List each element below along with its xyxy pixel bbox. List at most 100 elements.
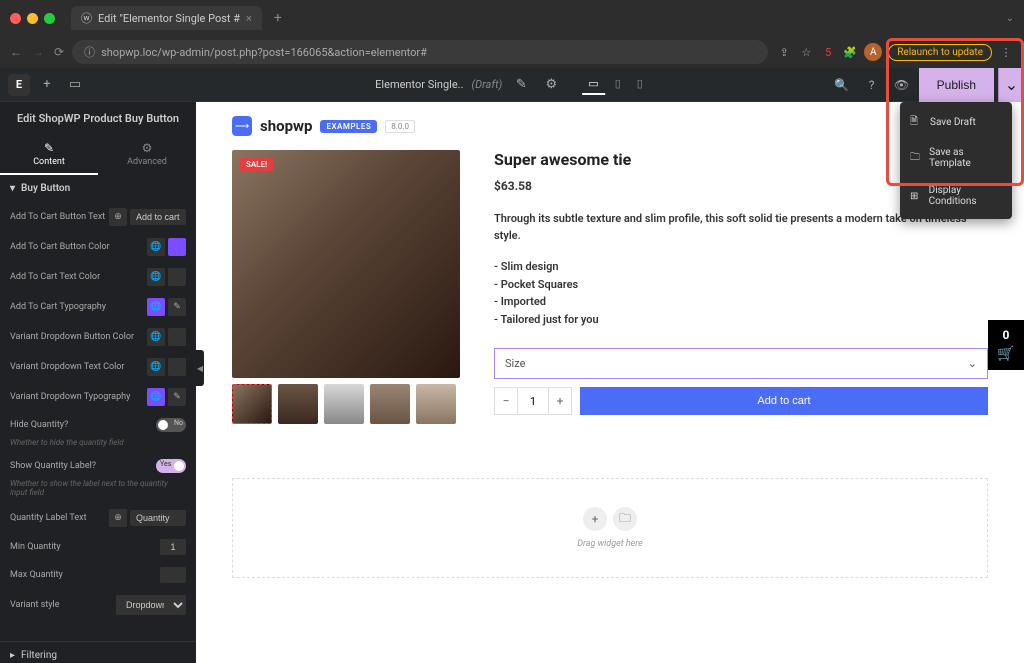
product-main-image[interactable]: SALE! bbox=[232, 150, 460, 378]
size-label: Size bbox=[505, 357, 525, 370]
quantity-label-input[interactable] bbox=[130, 510, 186, 526]
edit-icon[interactable]: ✎ bbox=[168, 298, 186, 316]
save-draft-icon: 🗎 bbox=[910, 114, 922, 131]
pencil-icon: ✎ bbox=[6, 141, 92, 155]
product-thumbnail[interactable] bbox=[232, 384, 272, 424]
url-field[interactable]: ⓘ shopwp.loc/wp-admin/post.php?post=1660… bbox=[72, 40, 768, 64]
filtering-section[interactable]: ▸ Filtering bbox=[0, 641, 196, 663]
tabs-chevron-icon[interactable]: ⌄ bbox=[1006, 13, 1014, 24]
reload-button[interactable]: ⟳ bbox=[54, 45, 64, 59]
sale-badge: SALE! bbox=[240, 158, 273, 171]
add-to-cart-button[interactable]: Add to cart bbox=[580, 387, 988, 415]
close-tab-icon[interactable]: × bbox=[246, 12, 252, 25]
add-to-cart-text-input[interactable] bbox=[130, 209, 186, 225]
quantity-stepper: − 1 + bbox=[494, 387, 572, 415]
globe-icon[interactable]: 🌐 bbox=[147, 238, 165, 256]
show-quantity-help: Whether to show the label next to the qu… bbox=[0, 479, 196, 503]
min-quantity-input[interactable] bbox=[160, 539, 186, 555]
save-template-label: Save as Template bbox=[929, 147, 1002, 169]
product-thumbnail[interactable] bbox=[278, 384, 318, 424]
dynamic-tags-icon[interactable]: ⊕ bbox=[109, 208, 127, 226]
extension-icon[interactable]: 5 bbox=[820, 44, 836, 60]
product-thumbnail[interactable] bbox=[416, 384, 456, 424]
new-tab-button[interactable]: + bbox=[268, 10, 288, 26]
buy-button-section[interactable]: ▾ Buy Button bbox=[0, 175, 196, 202]
variant-button-color-control: Variant Dropdown Button Color 🌐 bbox=[0, 322, 196, 352]
hide-quantity-toggle[interactable]: No bbox=[156, 418, 186, 432]
advanced-tab-label: Advanced bbox=[127, 157, 167, 167]
back-button[interactable]: ← bbox=[10, 45, 22, 59]
site-info-icon[interactable]: ⓘ bbox=[84, 44, 95, 60]
preview-eye-icon[interactable]: 👁 bbox=[889, 72, 915, 98]
quantity-plus-button[interactable]: + bbox=[548, 387, 572, 415]
color-swatch[interactable] bbox=[168, 268, 186, 286]
save-template-item[interactable]: 🗀 Save as Template bbox=[900, 139, 1012, 177]
elementor-topbar: E + ▭ Elementor Single.. (Draft) ✎ ⚙ ▭ ▯… bbox=[0, 68, 1024, 102]
add-widget-icon[interactable]: + bbox=[583, 507, 607, 531]
shopwp-logo-icon: ⟶ bbox=[232, 116, 252, 136]
widget-drop-zone[interactable]: + 🗀 Drag widget here bbox=[232, 478, 988, 578]
quantity-minus-button[interactable]: − bbox=[494, 387, 518, 415]
relaunch-button[interactable]: Relaunch to update bbox=[888, 44, 992, 61]
structure-button[interactable]: ▭ bbox=[64, 74, 86, 96]
color-swatch[interactable] bbox=[168, 328, 186, 346]
quantity-value[interactable]: 1 bbox=[518, 387, 548, 415]
forward-button[interactable]: → bbox=[32, 45, 44, 59]
globe-icon[interactable]: 🌐 bbox=[147, 388, 165, 406]
document-title[interactable]: Elementor Single.. bbox=[375, 78, 463, 91]
advanced-tab[interactable]: ⚙ Advanced bbox=[98, 135, 196, 175]
maximize-window-button[interactable] bbox=[44, 13, 55, 24]
add-widget-button[interactable]: + bbox=[36, 74, 58, 96]
edit-title-icon[interactable]: ✎ bbox=[510, 74, 532, 96]
browser-tab[interactable]: ⓦ Edit "Elementor Single Post # × bbox=[71, 6, 262, 30]
show-quantity-label-toggle[interactable]: Yes bbox=[156, 459, 186, 473]
save-draft-label: Save Draft bbox=[930, 117, 976, 128]
version-badge: 8.0.0 bbox=[385, 120, 415, 133]
color-swatch[interactable] bbox=[168, 358, 186, 376]
display-conditions-item[interactable]: ⊞ Display Conditions bbox=[900, 177, 1012, 215]
size-dropdown[interactable]: Size ⌄ bbox=[494, 348, 988, 379]
variant-style-control: Variant style Dropdown bbox=[0, 589, 196, 621]
puzzle-icon[interactable]: 🧩 bbox=[842, 44, 858, 60]
feature-item: - Slim design bbox=[494, 258, 988, 276]
folder-icon[interactable]: 🗀 bbox=[613, 507, 637, 531]
cart-count: 0 bbox=[988, 328, 1024, 342]
minimize-window-button[interactable] bbox=[27, 13, 38, 24]
settings-gear-icon[interactable]: ⚙ bbox=[540, 74, 562, 96]
desktop-device-icon[interactable]: ▭ bbox=[582, 74, 604, 95]
elementor-logo[interactable]: E bbox=[8, 74, 30, 96]
mobile-device-icon[interactable]: ▯ bbox=[631, 74, 649, 95]
tablet-device-icon[interactable]: ▯ bbox=[609, 74, 627, 95]
menu-icon[interactable]: ⋮ bbox=[998, 44, 1014, 60]
save-draft-item[interactable]: 🗎 Save Draft bbox=[900, 106, 1012, 139]
url-text: shopwp.loc/wp-admin/post.php?post=166065… bbox=[101, 46, 427, 59]
dynamic-tags-icon[interactable]: ⊕ bbox=[109, 509, 127, 527]
share-icon[interactable]: ⇪ bbox=[776, 44, 792, 60]
globe-icon[interactable]: 🌐 bbox=[147, 358, 165, 376]
edit-icon[interactable]: ✎ bbox=[168, 388, 186, 406]
variant-style-select[interactable]: Dropdown bbox=[116, 595, 186, 615]
max-quantity-input[interactable] bbox=[160, 567, 186, 583]
window-controls bbox=[10, 13, 55, 24]
product-thumbnail[interactable] bbox=[324, 384, 364, 424]
draft-status: (Draft) bbox=[471, 78, 502, 91]
product-thumbnail[interactable] bbox=[370, 384, 410, 424]
hide-quantity-help: Whether to hide the quantity field bbox=[0, 438, 196, 453]
globe-icon[interactable]: 🌐 bbox=[147, 328, 165, 346]
profile-avatar[interactable]: A bbox=[864, 43, 882, 61]
help-icon[interactable]: ? bbox=[859, 72, 885, 98]
variant-text-color-control: Variant Dropdown Text Color 🌐 bbox=[0, 352, 196, 382]
star-icon[interactable]: ☆ bbox=[798, 44, 814, 60]
content-tab[interactable]: ✎ Content bbox=[0, 135, 98, 175]
color-swatch[interactable] bbox=[168, 238, 186, 256]
close-window-button[interactable] bbox=[10, 13, 21, 24]
floating-cart[interactable]: 0 🛒 bbox=[988, 320, 1024, 370]
globe-icon[interactable]: 🌐 bbox=[147, 268, 165, 286]
publish-button[interactable]: Publish bbox=[919, 68, 994, 102]
globe-icon[interactable]: 🌐 bbox=[147, 298, 165, 316]
sidebar-collapse-handle[interactable]: ◀ bbox=[196, 350, 204, 386]
show-quantity-label-control: Show Quantity Label? Yes bbox=[0, 453, 196, 479]
quantity-label-text-control: Quantity Label Text ⊕ bbox=[0, 503, 196, 533]
publish-options-chevron[interactable]: ⌄ bbox=[998, 68, 1024, 102]
finder-search-icon[interactable]: 🔍 bbox=[829, 72, 855, 98]
